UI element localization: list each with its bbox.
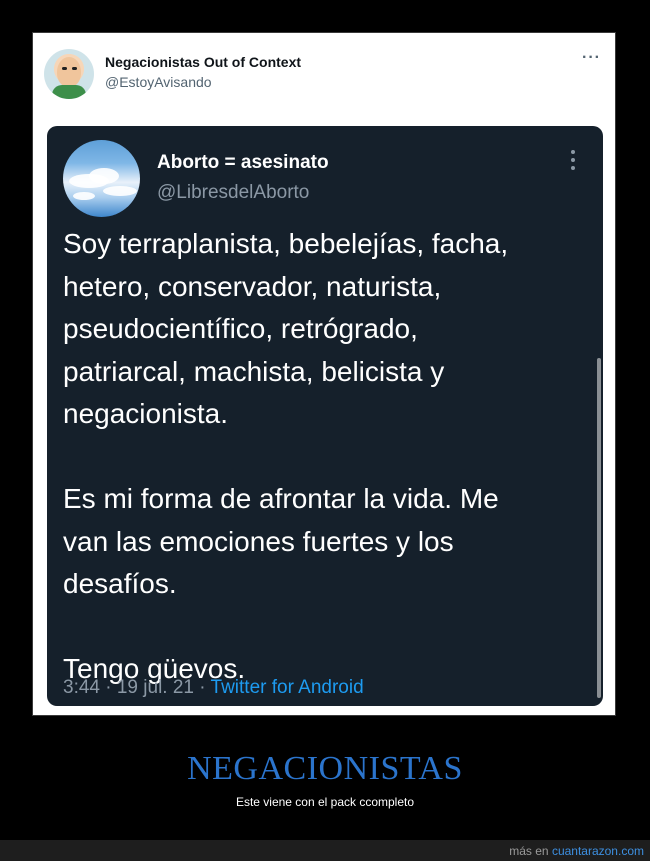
tweet-source-link[interactable]: Twitter for Android [211,677,364,698]
tweet-text: Soy terraplanista, bebelejías, facha, he… [63,228,509,684]
avatar[interactable] [63,140,140,217]
tweet-meta: 3:44 · 19 jul. 21 · Twitter for Android [63,677,364,699]
avatar-face [57,57,81,87]
avatar[interactable] [44,49,94,99]
inner-handle[interactable]: @LibresdelAborto [157,182,309,204]
avatar-eye [62,67,67,70]
embedded-tweet-image: Aborto = asesinato @LibresdelAborto Soy … [47,126,603,706]
footer-prefix: más en [509,844,552,858]
tweet-screenshot-frame: Negacionistas Out of Context @EstoyAvisa… [32,32,616,716]
scrollbar[interactable] [597,358,601,698]
footer-bar: más en cuantarazon.com [0,840,650,861]
footer-text: más en cuantarazon.com [509,844,644,858]
inner-display-name[interactable]: Aborto = asesinato [157,152,329,174]
outer-tweet-header: Negacionistas Out of Context @EstoyAvisa… [33,33,615,123]
avatar-body [52,85,86,99]
more-horizontal-icon[interactable]: ··· [582,49,601,67]
avatar-eye [72,67,77,70]
caption-title: NEGACIONISTAS [187,750,463,787]
caption-subtitle: Este viene con el pack ccompleto [235,795,415,809]
tweet-timestamp: 3:44 · 19 jul. 21 · [63,677,211,698]
site-link[interactable]: cuantarazon.com [552,844,644,858]
outer-handle[interactable]: @EstoyAvisando [105,74,212,90]
more-vertical-icon[interactable] [571,150,577,174]
outer-display-name[interactable]: Negacionistas Out of Context [105,54,301,70]
